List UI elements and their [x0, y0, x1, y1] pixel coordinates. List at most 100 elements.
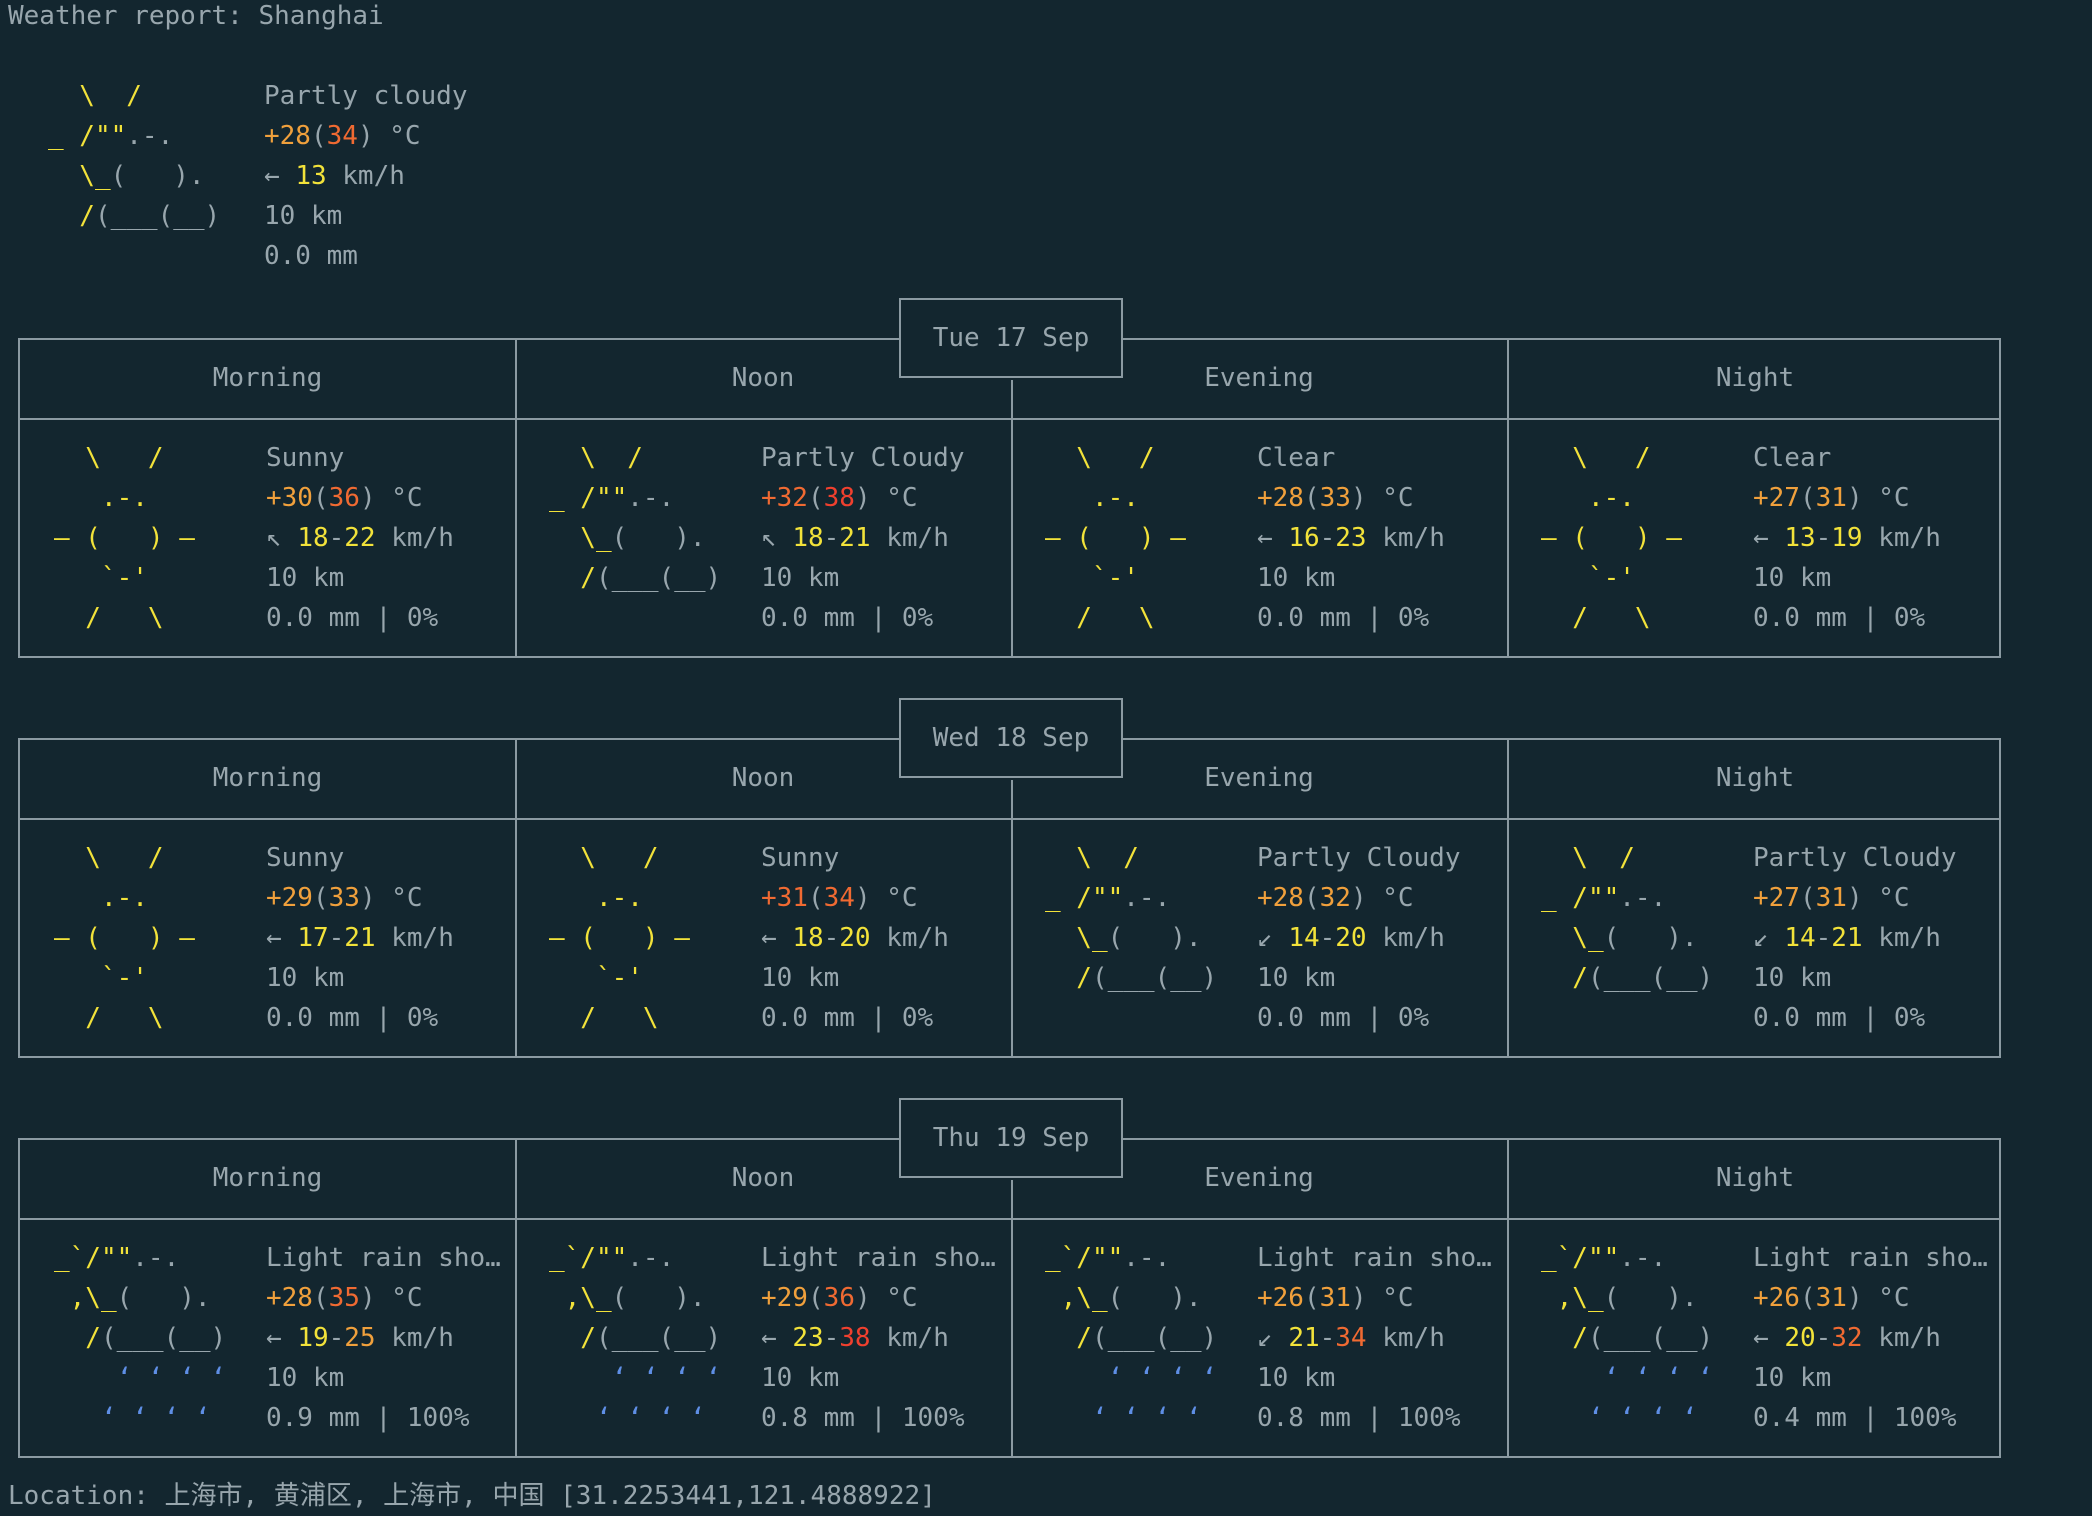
current-wind: 13 — [295, 161, 327, 191]
wind-unit: km/h — [886, 923, 949, 953]
wind-direction-icon: ← — [1257, 523, 1273, 553]
temperature: +28 — [266, 1283, 313, 1313]
period-info: Clear +27(31) °C ← 13-19 km/h 10 km 0.0 … — [1753, 443, 1941, 633]
condition-text: Partly Cloudy — [1257, 843, 1461, 873]
current-info: Partly cloudy +28(34) °C ← 13 km/h 10 km… — [264, 81, 468, 271]
current-wind-arrow: ← — [264, 161, 280, 191]
condition-text: Light rain sho… — [1753, 1243, 1988, 1273]
condition-text: Partly Cloudy — [761, 443, 965, 473]
light-rain-showers-icon: _`/"".-. ,\_( ). /(___(__) ʻ ʻ ʻ ʻ ʻ ʻ ʻ… — [1541, 1243, 1714, 1433]
feels-like: 33 — [1319, 483, 1351, 513]
header-divider — [20, 818, 1999, 820]
wind-max: 19 — [1831, 523, 1863, 553]
period-info: Partly Cloudy +27(31) °C ↙ 14-21 km/h 10… — [1753, 843, 1957, 1033]
temperature: +27 — [1753, 883, 1800, 913]
wind-min: 16 — [1288, 523, 1320, 553]
sunny-icon: \ / .-. ― ( ) ― `-' / \ — [1541, 443, 1682, 633]
wind-dash: - — [1815, 923, 1832, 953]
visibility: 10 km — [761, 563, 840, 593]
precipitation: 0.0 mm | 0% — [266, 1003, 439, 1033]
light-rain-showers-icon: _`/"".-. ,\_( ). /(___(__) ʻ ʻ ʻ ʻ ʻ ʻ ʻ… — [1045, 1243, 1218, 1433]
sunny-icon: \ / .-. ― ( ) ― `-' / \ — [54, 443, 195, 633]
wind-unit: km/h — [886, 523, 949, 553]
column-divider — [1011, 780, 1013, 1056]
temperature: +26 — [1753, 1283, 1800, 1313]
feels-like: 33 — [328, 883, 360, 913]
condition-text: Clear — [1753, 443, 1832, 473]
wind-max: 25 — [344, 1323, 376, 1353]
period-header-night: Night — [1715, 763, 1795, 793]
period-info: Partly Cloudy +28(32) °C ↙ 14-20 km/h 10… — [1257, 843, 1461, 1033]
partly-cloudy-icon: \ / _ /"".-. \_( ). /(___(__) — [1541, 843, 1714, 993]
period-info: Sunny +30(36) °C ↖ 18-22 km/h 10 km 0.0 … — [266, 443, 454, 633]
temp-unit: °C — [391, 483, 423, 513]
wind-dash: - — [823, 923, 840, 953]
wind-direction-icon: ← — [266, 923, 282, 953]
period-header-morning: Morning — [212, 763, 323, 793]
sunny-icon: \ / .-. ― ( ) ― `-' / \ — [549, 843, 690, 1033]
period-header-evening: Evening — [1204, 363, 1314, 393]
temperature: +30 — [266, 483, 313, 513]
temp-unit: °C — [391, 883, 423, 913]
current-temp-unit: °C — [389, 121, 421, 151]
visibility: 10 km — [266, 1363, 345, 1393]
temperature: +28 — [1257, 883, 1304, 913]
wind-min: 18 — [792, 523, 824, 553]
feels-like: 31 — [1815, 883, 1847, 913]
wind-dash: - — [823, 1323, 840, 1353]
wind-unit: km/h — [1878, 523, 1941, 553]
visibility: 10 km — [1257, 563, 1336, 593]
wind-direction-icon: ← — [1753, 1323, 1769, 1353]
temperature: +29 — [761, 1283, 808, 1313]
condition-text: Light rain sho… — [761, 1243, 996, 1273]
current-weather-icon: \ / _ /"".-. \_( ). /(___(__) — [48, 81, 221, 231]
wind-direction-icon: ↙ — [1257, 923, 1273, 953]
column-divider — [1011, 380, 1013, 656]
wind-direction-icon: ↖ — [761, 523, 777, 553]
header-divider — [20, 418, 1999, 420]
wind-min: 19 — [297, 1323, 329, 1353]
period-header-morning: Morning — [212, 363, 323, 393]
visibility: 10 km — [1257, 1363, 1336, 1393]
period-info: Light rain sho… +26(31) °C ↙ 21-34 km/h … — [1257, 1243, 1492, 1433]
wind-min: 23 — [792, 1323, 824, 1353]
period-header-noon: Noon — [731, 1163, 795, 1193]
wind-unit: km/h — [1382, 523, 1445, 553]
wind-unit: km/h — [1382, 1323, 1445, 1353]
wind-min: 18 — [792, 923, 824, 953]
temp-unit: °C — [886, 883, 918, 913]
temperature: +29 — [266, 883, 313, 913]
day-forecast-table: Wed 18 Sep Morning \ / .-. ― ( ) ― `-' / … — [18, 698, 2001, 1058]
wind-dash: - — [328, 1323, 345, 1353]
wind-max: 23 — [1335, 523, 1367, 553]
period-header-noon: Noon — [731, 763, 795, 793]
temp-unit: °C — [1878, 483, 1910, 513]
period-header-evening: Evening — [1204, 763, 1314, 793]
wind-dash: - — [823, 523, 840, 553]
temp-unit: °C — [1878, 883, 1910, 913]
temp-unit: °C — [886, 483, 918, 513]
partly-cloudy-icon: \ / _ /"".-. \_( ). /(___(__) — [1045, 843, 1218, 993]
visibility: 10 km — [1753, 563, 1832, 593]
wind-unit: km/h — [391, 523, 454, 553]
wind-dash: - — [1319, 523, 1336, 553]
temp-unit: °C — [1382, 483, 1414, 513]
feels-like: 31 — [1815, 483, 1847, 513]
wind-unit: km/h — [391, 923, 454, 953]
current-precip: 0.0 mm — [264, 241, 358, 271]
period-info: Sunny +31(34) °C ← 18-20 km/h 10 km 0.0 … — [761, 843, 949, 1033]
wind-min: 18 — [297, 523, 329, 553]
wind-direction-icon: ← — [761, 1323, 777, 1353]
light-rain-showers-icon: _`/"".-. ,\_( ). /(___(__) ʻ ʻ ʻ ʻ ʻ ʻ ʻ… — [54, 1243, 227, 1433]
visibility: 10 km — [761, 1363, 840, 1393]
precipitation: 0.0 mm | 0% — [761, 603, 934, 633]
temperature: +26 — [1257, 1283, 1304, 1313]
visibility: 10 km — [1753, 963, 1832, 993]
wind-min: 14 — [1784, 923, 1816, 953]
condition-text: Light rain sho… — [266, 1243, 501, 1273]
feels-like: 31 — [1815, 1283, 1847, 1313]
report-title: Weather report: Shanghai — [8, 1, 384, 31]
current-temp: +28 — [264, 121, 311, 151]
precipitation: 0.8 mm | 100% — [1257, 1403, 1461, 1433]
visibility: 10 km — [266, 563, 345, 593]
